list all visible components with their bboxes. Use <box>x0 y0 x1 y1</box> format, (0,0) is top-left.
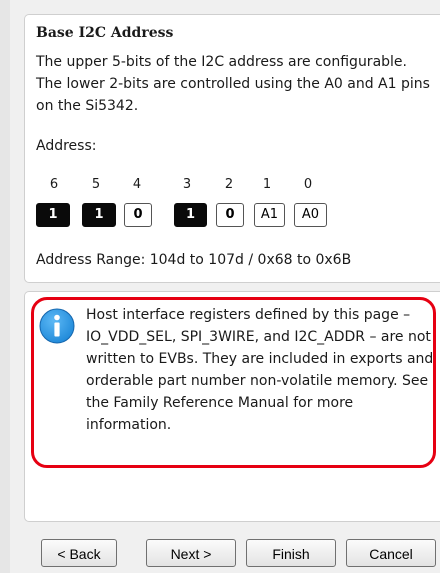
bit-1-a1-pin: A1 <box>254 203 285 227</box>
bit-2-toggle[interactable]: 0 <box>216 203 244 227</box>
bit-number: 2 <box>224 177 234 192</box>
bit-5-toggle[interactable]: 1 <box>82 203 116 227</box>
base-i2c-address-panel: Base I2C Address The upper 5-bits of the… <box>24 14 440 283</box>
back-button[interactable]: < Back <box>41 539 117 567</box>
info-message: Host interface registers defined by this… <box>86 307 434 433</box>
info-icon <box>39 308 75 344</box>
address-label: Address: <box>36 138 97 154</box>
address-bit-row: 1 1 0 1 0 A1 A0 <box>25 203 425 229</box>
bit-number: 5 <box>91 177 101 192</box>
address-range: Address Range: 104d to 107d / 0x68 to 0x… <box>36 252 352 268</box>
bit-6-toggle[interactable]: 1 <box>36 203 70 227</box>
bit-0-a0-pin: A0 <box>294 203 327 227</box>
bit-number: 1 <box>262 177 272 192</box>
bit-number: 3 <box>182 177 192 192</box>
cancel-button[interactable]: Cancel <box>346 539 436 567</box>
window-edge <box>0 0 10 573</box>
bit-number: 4 <box>132 177 142 192</box>
finish-button[interactable]: Finish <box>246 539 336 567</box>
next-button[interactable]: Next > <box>146 539 236 567</box>
address-description: The upper 5-bits of the I2C address are … <box>36 54 430 114</box>
bit-number-row: 6 5 4 3 2 1 0 <box>25 177 425 197</box>
bit-3-toggle[interactable]: 1 <box>174 203 207 227</box>
bit-number: 6 <box>49 177 59 192</box>
bit-4-toggle[interactable]: 0 <box>124 203 152 227</box>
section-title: Base I2C Address <box>36 25 174 41</box>
bit-number: 0 <box>303 177 313 192</box>
